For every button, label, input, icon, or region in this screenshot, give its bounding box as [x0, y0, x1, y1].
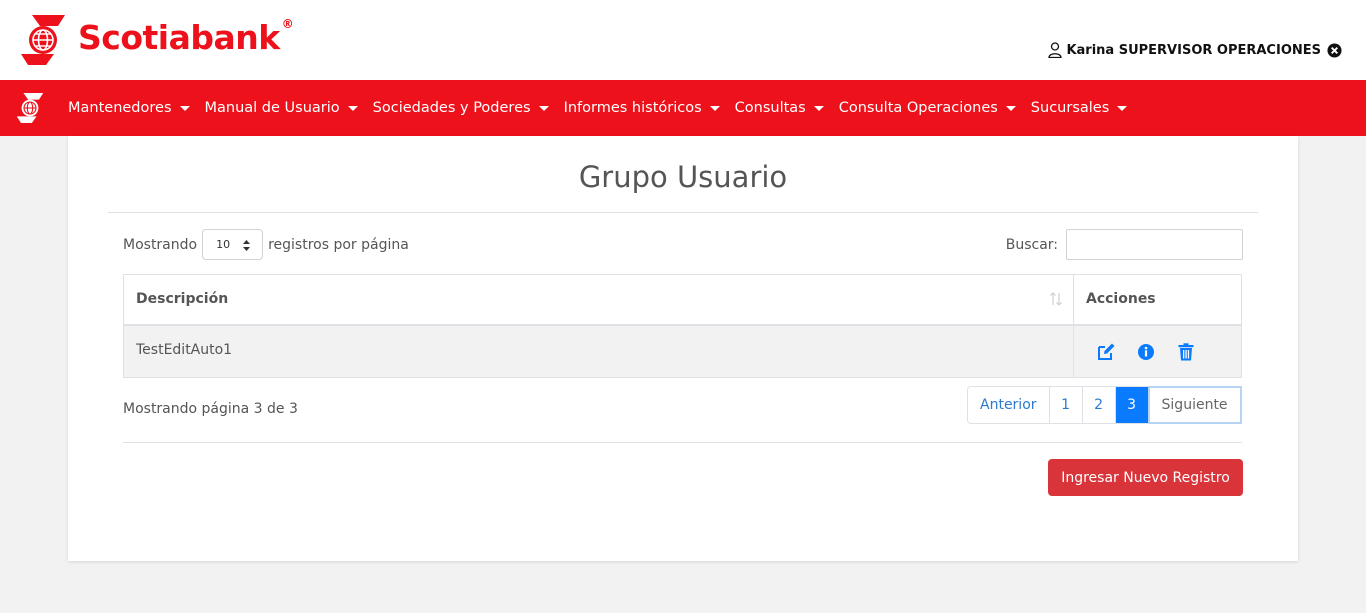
column-header-label: Descripción	[136, 291, 229, 307]
column-header-actions: Acciones	[1086, 291, 1156, 307]
nav-item-informes-historicos[interactable]: Informes históricos	[564, 100, 720, 116]
nav-item-mantenedores[interactable]: Mantenedores	[68, 100, 190, 116]
caret-down-icon	[709, 105, 720, 111]
top-header: Scotiabank ® Karina SUPERVISOR OPERACION…	[0, 0, 1366, 80]
nav-label: Informes históricos	[563, 100, 702, 116]
table-header: Descripción Acciones	[124, 275, 1241, 326]
caret-down-icon	[179, 105, 190, 111]
close-circle-icon[interactable]	[1327, 42, 1342, 58]
table-row: TestEditAuto1	[124, 326, 1241, 377]
registered-mark: ®	[281, 17, 294, 31]
scotiabank-logo-icon[interactable]	[15, 92, 45, 124]
nav-label: Manual de Usuario	[204, 100, 340, 116]
page-length-value: 10	[216, 238, 231, 251]
user-menu[interactable]: Karina SUPERVISOR OPERACIONES	[1048, 42, 1342, 58]
column-header-description[interactable]: Descripción	[124, 275, 1074, 324]
nav-label: Sociedades y Poderes	[372, 100, 531, 116]
users-group-table: Descripción Acciones TestEditAuto1	[123, 274, 1242, 378]
main-navbar: Mantenedores Manual de Usuario Sociedade…	[0, 80, 1366, 136]
brand-name: Scotiabank	[78, 17, 280, 57]
pagination-page-1[interactable]: 1	[1050, 387, 1083, 423]
sort-icon	[1050, 292, 1062, 306]
nav-label: Sucursales	[1030, 100, 1110, 116]
new-record-button[interactable]: Ingresar Nuevo Registro	[1048, 459, 1243, 496]
footer-divider	[123, 442, 1242, 443]
cell-description: TestEditAuto1	[124, 326, 1074, 377]
info-icon[interactable]	[1137, 343, 1155, 361]
caret-down-icon	[1005, 105, 1016, 111]
title-divider	[108, 212, 1258, 213]
select-arrows-icon	[243, 240, 251, 251]
length-prefix: Mostrando	[123, 236, 198, 253]
nav-item-sucursales[interactable]: Sucursales	[1030, 100, 1128, 116]
nav-label: Mantenedores	[68, 100, 172, 116]
brand-logo[interactable]: Scotiabank ®	[18, 14, 294, 66]
nav-item-consultas[interactable]: Consultas	[735, 100, 824, 116]
pagination-page-2[interactable]: 2	[1083, 387, 1116, 423]
nav-label: Consulta Operaciones	[838, 100, 998, 116]
pagination-page-3[interactable]: 3	[1115, 387, 1149, 423]
caret-down-icon	[813, 105, 824, 111]
nav-label: Consultas	[734, 100, 806, 116]
nav-item-consulta-operaciones[interactable]: Consulta Operaciones	[839, 100, 1016, 116]
trash-icon[interactable]	[1177, 342, 1195, 361]
user-icon	[1048, 42, 1063, 58]
caret-down-icon	[347, 105, 358, 111]
page-length-select[interactable]: 10	[202, 229, 264, 260]
search-input[interactable]	[1066, 229, 1243, 260]
search-label: Buscar:	[1005, 236, 1058, 253]
scotiabank-logo-icon	[21, 15, 65, 65]
content-card: Grupo Usuario Mostrando 10 registros por…	[68, 136, 1298, 561]
edit-icon[interactable]	[1097, 343, 1115, 361]
pagination-info: Mostrando página 3 de 3	[123, 401, 298, 417]
nav-item-manual-de-usuario[interactable]: Manual de Usuario	[205, 100, 358, 116]
search-control: Buscar:	[1006, 229, 1243, 260]
nav-item-sociedades-y-poderes[interactable]: Sociedades y Poderes	[373, 100, 549, 116]
pagination: Anterior 1 2 3 Siguiente	[967, 386, 1242, 424]
page-title: Grupo Usuario	[578, 160, 788, 194]
user-name: Karina SUPERVISOR OPERACIONES	[1066, 42, 1321, 58]
pagination-prev[interactable]: Anterior	[968, 387, 1050, 423]
pagination-next[interactable]: Siguiente	[1147, 386, 1242, 424]
page-length-control: Mostrando 10 registros por página	[123, 229, 409, 260]
caret-down-icon	[538, 105, 549, 111]
length-suffix: registros por página	[268, 236, 409, 253]
caret-down-icon	[1117, 105, 1128, 111]
cell-actions	[1074, 326, 1241, 377]
